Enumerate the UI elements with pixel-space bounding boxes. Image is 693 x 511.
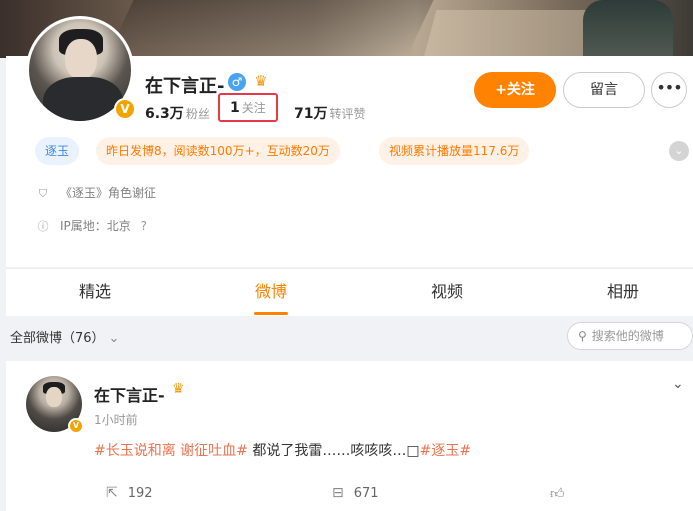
male-icon: ♂ bbox=[228, 73, 246, 91]
tab-album[interactable]: 相册 bbox=[568, 269, 678, 317]
ip-info: ⓘ IP属地：北京 ? bbox=[37, 219, 147, 233]
post-time[interactable]: 1小时前 bbox=[94, 411, 138, 428]
chevron-down-icon: ⌄ bbox=[108, 331, 120, 346]
help-icon[interactable]: ? bbox=[141, 219, 147, 233]
verified-badge-icon: V bbox=[114, 98, 136, 120]
post-card: V 在下言正- ♛ 1小时前 ⌄ #长玉说和离 谢征吐血# 都说了我雷……咳咳咳… bbox=[6, 361, 693, 511]
share-icon: ⇱ bbox=[106, 485, 118, 501]
crown-icon: ♛ bbox=[254, 72, 268, 90]
repost-button[interactable]: ⇱ 192 bbox=[106, 485, 153, 501]
profile-card: V 在下言正- ♂ ♛ 6.3万 粉丝 1 关注 71万 转评赞 +关注 留言 •••… bbox=[6, 16, 693, 267]
emoji-icon: □ bbox=[406, 443, 420, 459]
profile-name: 在下言正- bbox=[145, 76, 225, 97]
fans-stat[interactable]: 6.3万 粉丝 bbox=[145, 103, 210, 123]
role-info: ⛉ 《逐玉》角色谢征 bbox=[36, 184, 156, 201]
feed-filter-dropdown[interactable]: 全部微博（76） ⌄ bbox=[10, 327, 119, 346]
comment-icon: ⊟ bbox=[332, 485, 344, 501]
verified-badge-icon: V bbox=[68, 418, 84, 434]
interactions-stat[interactable]: 71万 转评赞 bbox=[294, 103, 366, 123]
message-button[interactable]: 留言 bbox=[563, 72, 645, 108]
more-button[interactable]: ••• bbox=[651, 72, 687, 108]
follow-stat[interactable]: 1 关注 bbox=[218, 93, 278, 122]
crown-icon: ♛ bbox=[172, 381, 185, 397]
post-author[interactable]: 在下言正- bbox=[94, 382, 165, 406]
expand-icon[interactable]: ⌄ bbox=[669, 141, 689, 161]
post-text: #长玉说和离 谢征吐血# 都说了我雷……咳咳咳…□#逐玉# bbox=[94, 443, 472, 459]
comment-button[interactable]: ⊟ 671 bbox=[332, 485, 379, 501]
tag-drama[interactable]: 逐玉 bbox=[35, 137, 80, 165]
topic-link[interactable]: #长玉说和离 谢征吐血# bbox=[94, 443, 248, 459]
search-input[interactable]: ⚲ 搜索他的微博 bbox=[567, 322, 693, 350]
search-icon: ⚲ bbox=[578, 329, 587, 343]
tag-video-plays: 视频累计播放量117.6万 bbox=[379, 137, 530, 165]
like-icon: 👍︎ bbox=[550, 486, 565, 502]
shield-icon: ⛉ bbox=[38, 187, 48, 200]
tab-featured[interactable]: 精选 bbox=[40, 269, 150, 317]
profile-tabs: 精选 微博 视频 相册 bbox=[6, 268, 693, 316]
ip-icon: ⓘ bbox=[37, 220, 49, 233]
tag-activity: 昨日发博8，阅读数100万+，互动数20万 bbox=[96, 137, 340, 165]
follow-button[interactable]: +关注 bbox=[474, 72, 556, 108]
tab-weibo[interactable]: 微博 bbox=[216, 269, 326, 317]
like-button[interactable]: 👍︎ bbox=[550, 485, 575, 502]
tab-video[interactable]: 视频 bbox=[392, 269, 502, 317]
topic-link[interactable]: #逐玉# bbox=[420, 443, 471, 459]
chevron-down-icon[interactable]: ⌄ bbox=[672, 376, 684, 392]
